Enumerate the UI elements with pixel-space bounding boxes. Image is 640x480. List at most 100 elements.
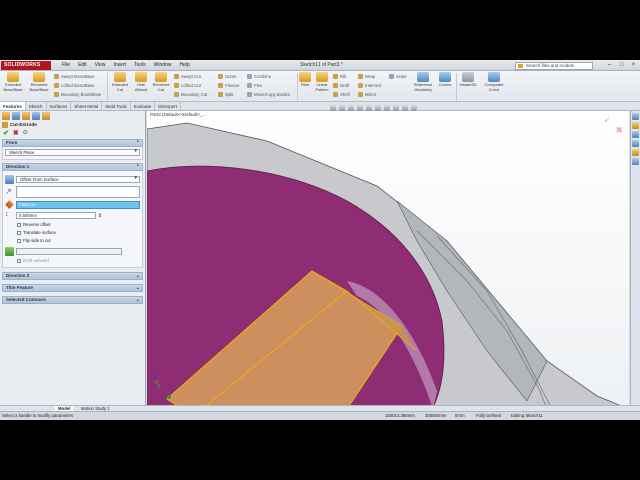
spinner-icon[interactable]: ⇕ — [98, 213, 102, 219]
revolved-cut-button[interactable]: Revolved Cut — [151, 72, 171, 92]
tab-mold-tools[interactable]: Mold Tools — [102, 102, 131, 110]
hide-show-icon[interactable] — [384, 104, 390, 111]
direction-of-extrusion-field[interactable] — [16, 186, 140, 198]
reverse-offset-checkbox[interactable]: Reverse offset — [17, 222, 140, 228]
heads-up-toolbar — [330, 103, 417, 112]
curves-icon — [439, 72, 451, 82]
property-manager-icon[interactable] — [12, 112, 20, 120]
reference-geometry-button[interactable]: Reference Geometry — [411, 72, 435, 92]
tab-features[interactable]: Features — [0, 102, 26, 110]
tab-sketch[interactable]: Sketch — [26, 102, 47, 110]
dimxpert-icon[interactable] — [32, 112, 40, 120]
reference-geometry-icon — [417, 72, 429, 82]
swept-boss-button[interactable]: Swept Boss/Base — [54, 72, 101, 81]
display-style-icon[interactable] — [375, 104, 381, 111]
boundary-cut-button[interactable]: Boundary Cut — [174, 90, 207, 99]
resources-icon[interactable] — [632, 113, 639, 120]
instant3d-button[interactable]: Instant3D — [457, 72, 479, 88]
cancel-button[interactable]: ✖ — [13, 129, 19, 138]
feature-tree-icon[interactable] — [2, 112, 10, 120]
tab-surfaces[interactable]: Surfaces — [47, 102, 72, 110]
revolved-boss-button[interactable]: Revolved Boss/Base — [27, 72, 51, 92]
view-settings-icon[interactable] — [411, 104, 417, 111]
offset-distance-input[interactable]: 0.500mm — [16, 212, 96, 219]
wrap-button[interactable]: Wrap — [358, 72, 381, 81]
boundary-boss-button[interactable]: Boundary Boss/Base — [54, 90, 101, 99]
draft-icon[interactable] — [5, 247, 14, 256]
view-orientation-icon[interactable] — [366, 104, 372, 111]
fillet-button[interactable]: Fillet — [298, 72, 312, 88]
thin-feature-section-header[interactable]: Thin Feature ⌄ — [2, 284, 143, 292]
menu-insert[interactable]: Insert — [109, 60, 130, 71]
draft-button[interactable]: Draft — [333, 81, 350, 90]
menu-help[interactable]: Help — [175, 60, 193, 71]
maximize-button[interactable]: □ — [617, 61, 626, 69]
swept-cut-button[interactable]: Swept Cut — [174, 72, 207, 81]
scale-button[interactable]: Scale — [389, 72, 407, 81]
search-input[interactable]: Search files and models — [515, 62, 593, 70]
composite-curve-button[interactable]: Composite Curve — [481, 72, 507, 92]
feature-tree-flyout[interactable]: Part3 (Default<<Default>_... — [150, 112, 206, 117]
scene-icon[interactable] — [402, 104, 408, 111]
from-dropdown[interactable]: Sketch Plane — [5, 149, 140, 156]
close-button[interactable]: × — [629, 61, 638, 69]
curves-button[interactable]: Curves — [436, 72, 454, 88]
direction1-section-header[interactable]: Direction 1 ⌃ — [2, 163, 143, 171]
split-button[interactable]: Split — [218, 90, 239, 99]
zoom-fit-icon[interactable] — [330, 104, 336, 111]
solidworks-logo[interactable]: SOLIDWORKS — [1, 61, 51, 70]
appearance-icon[interactable] — [393, 104, 399, 111]
tab-evaluate[interactable]: Evaluate — [131, 102, 156, 110]
face-selection-field[interactable]: Face<1> — [16, 200, 140, 209]
tab-sheet-metal[interactable]: Sheet Metal — [71, 102, 103, 110]
ok-button[interactable]: ✔ — [3, 129, 9, 138]
shell-button[interactable]: Shell — [333, 90, 350, 99]
menu-edit[interactable]: Edit — [74, 60, 91, 71]
end-condition-dropdown[interactable]: Offset From Surface — [16, 176, 140, 183]
combine-button[interactable]: Combine — [247, 72, 290, 81]
view-palette-icon[interactable] — [632, 140, 639, 147]
flexure-button[interactable]: Flexure — [218, 81, 239, 90]
tab-dimxpert[interactable]: DimXpert — [155, 102, 182, 110]
menu-window[interactable]: Window — [150, 60, 176, 71]
from-section-header[interactable]: From ⌃ — [2, 139, 143, 147]
zoom-area-icon[interactable] — [339, 104, 345, 111]
scale-list: Scale — [389, 72, 407, 81]
menu-file[interactable]: File — [58, 60, 74, 71]
rib-button[interactable]: Rib — [333, 72, 350, 81]
dome-button[interactable]: Dome — [218, 72, 239, 81]
configuration-icon[interactable] — [22, 112, 30, 120]
display-manager-icon[interactable] — [42, 112, 50, 120]
intersect-button[interactable]: Intersect — [358, 81, 381, 90]
linear-pattern-button[interactable]: Linear Pattern — [313, 72, 331, 92]
extruded-cut-button[interactable]: Extruded Cut — [109, 72, 131, 92]
direction2-section-header[interactable]: Direction 2 ⌄ — [2, 272, 143, 280]
translate-surface-checkbox[interactable]: Translate surface — [17, 230, 140, 236]
extruded-boss-button[interactable]: Extruded Boss/Base — [2, 72, 24, 92]
graphics-area[interactable]: Part3 (Default<<Default>_... ✔ ✖ — [147, 111, 629, 409]
previous-view-icon[interactable] — [348, 104, 354, 111]
section-view-icon[interactable] — [357, 104, 363, 111]
wrap-list: Wrap Intersect Mirror — [358, 72, 381, 99]
minimize-button[interactable]: – — [605, 61, 614, 69]
flip-side-checkbox[interactable]: Flip side to cut — [17, 238, 140, 244]
appearances-icon[interactable] — [632, 149, 639, 156]
lofted-cut-button[interactable]: Lofted Cut — [174, 81, 207, 90]
flex-button[interactable]: Flex — [247, 81, 290, 90]
confirm-cancel-icon[interactable]: ✖ — [615, 125, 623, 136]
command-tabs: Features Sketch Surfaces Sheet Metal Mol… — [0, 102, 640, 111]
confirm-ok-icon[interactable]: ✔ — [603, 115, 611, 126]
selected-contours-section-header[interactable]: Selected Contours ⌄ — [2, 296, 143, 304]
menu-tools[interactable]: Tools — [130, 60, 150, 71]
reverse-direction-icon[interactable] — [5, 175, 14, 184]
custom-properties-icon[interactable] — [632, 158, 639, 165]
design-library-icon[interactable] — [632, 122, 639, 129]
lofted-boss-button[interactable]: Lofted Boss/Base — [54, 81, 101, 90]
hole-wizard-button[interactable]: Hole Wizard — [131, 72, 151, 92]
mirror-button[interactable]: Mirror — [358, 90, 381, 99]
move-copy-bodies-button[interactable]: Move/Copy Bodies — [247, 90, 290, 99]
file-explorer-icon[interactable] — [632, 131, 639, 138]
detailed-preview-button[interactable]: ⊙ — [23, 129, 28, 138]
menu-view[interactable]: View — [91, 60, 110, 71]
letterbox-bottom — [0, 420, 640, 480]
